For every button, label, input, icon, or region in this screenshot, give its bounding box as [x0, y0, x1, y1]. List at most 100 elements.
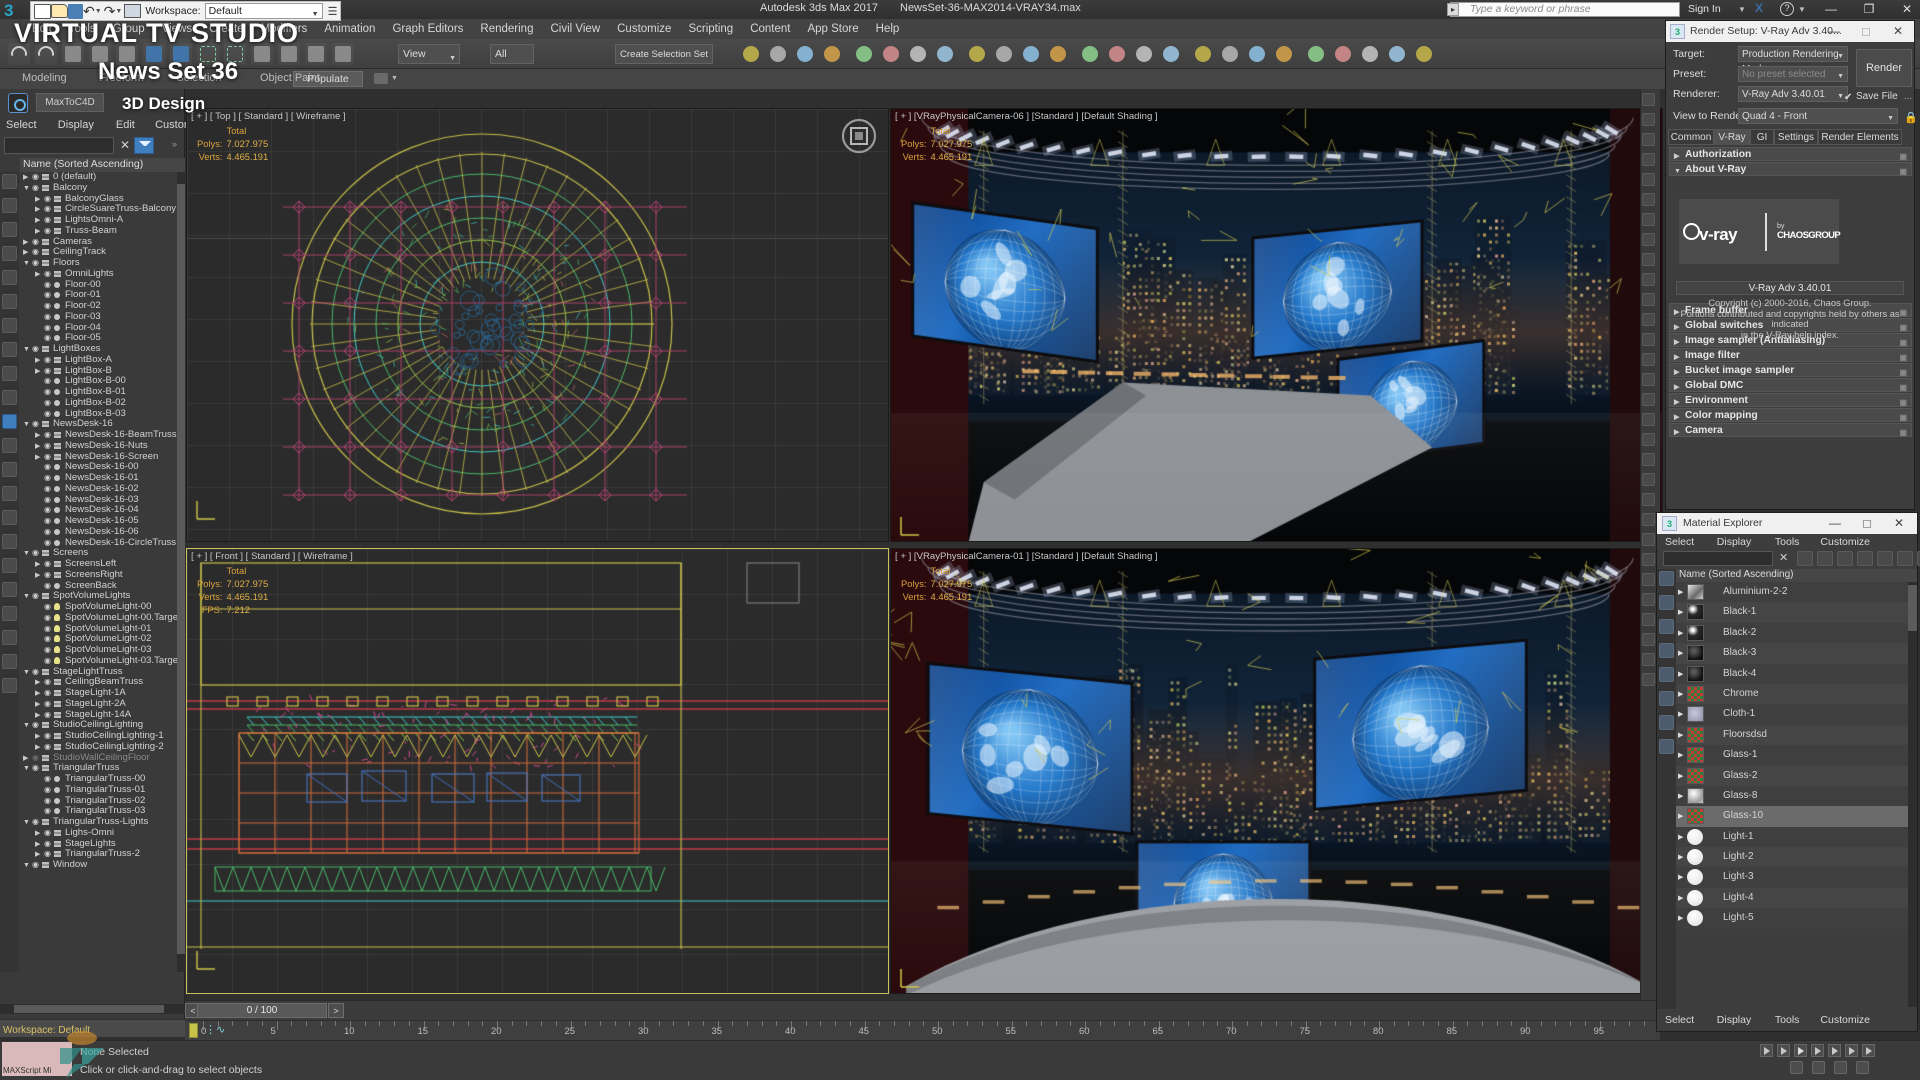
target-chevron-down-icon[interactable]: ▼ — [1837, 49, 1844, 64]
scene-tree-row[interactable]: ◉ NewsDesk-16-06 — [19, 526, 177, 538]
visibility-eye-icon[interactable]: ◉ — [44, 828, 53, 839]
viewport-nav-tool-2[interactable] — [1642, 133, 1655, 146]
visibility-eye-icon[interactable]: ◉ — [32, 237, 41, 248]
scene-tree-row[interactable]: ▼ ◉ Window — [19, 859, 177, 871]
visibility-eye-icon[interactable]: ◉ — [44, 742, 53, 753]
scene-tree-row[interactable]: ◉ SpotVolumeLight-00.Target — [19, 612, 177, 624]
visibility-eye-icon[interactable]: ◉ — [44, 634, 53, 645]
render-iterative-icon[interactable] — [1133, 43, 1155, 65]
viewport-nav-tool-27[interactable] — [1642, 633, 1655, 646]
material-row[interactable]: ▶ Light-4 — [1676, 887, 1908, 909]
workspace-select[interactable]: Default ▼ — [204, 3, 323, 19]
edit-named-selection-icon[interactable] — [853, 43, 875, 65]
material-row[interactable]: ▶ Light-2 — [1676, 847, 1908, 868]
material-swatch[interactable] — [1687, 747, 1704, 764]
visibility-eye-icon[interactable]: ◉ — [44, 624, 53, 635]
material-row[interactable]: ▶ Black-4 — [1676, 663, 1908, 684]
visibility-eye-icon[interactable]: ◉ — [44, 473, 53, 484]
visibility-eye-icon[interactable]: ◉ — [32, 763, 41, 774]
viewport-nav-tool-19[interactable] — [1642, 473, 1655, 486]
save-file-label[interactable]: Save File — [1856, 91, 1898, 102]
menu-item-rendering[interactable]: Rendering — [480, 23, 533, 35]
create-selection-set-input[interactable]: Create Selection Set — [615, 44, 713, 64]
material-side-tool-6[interactable] — [1659, 715, 1674, 730]
material-swatch[interactable] — [1687, 828, 1703, 845]
viewport-nav-tool-12[interactable] — [1642, 333, 1655, 346]
preset-select[interactable]: No preset selected ▼ — [1738, 66, 1848, 82]
render-setup-dialog[interactable]: 3 Render Setup: V-Ray Adv 3.40... — ◻ ✕ … — [1665, 20, 1918, 510]
spinner-snap-icon[interactable] — [821, 43, 843, 65]
material-swatch[interactable] — [1687, 706, 1704, 723]
visibility-eye-icon[interactable]: ◉ — [44, 312, 53, 323]
material-row[interactable]: ▶ Light-3 — [1676, 867, 1908, 888]
show-maps-icon[interactable] — [1857, 551, 1873, 566]
visibility-eye-icon[interactable]: ◉ — [44, 452, 53, 463]
viewport-front-label[interactable]: [ + ] [ Front ] [ Standard ] [ Wireframe… — [191, 551, 353, 562]
render-setup-close[interactable]: ✕ — [1882, 21, 1914, 42]
visibility-eye-icon[interactable]: ◉ — [32, 183, 41, 194]
viewport-nav-tool-7[interactable] — [1642, 233, 1655, 246]
scene-explorer-tool-1[interactable] — [2, 198, 17, 213]
light-omni-icon[interactable] — [1192, 43, 1214, 65]
visibility-eye-icon[interactable]: ◉ — [44, 441, 53, 452]
viewport-nav-tool-28[interactable] — [1642, 653, 1655, 666]
scene-tree-row[interactable]: ▶ ◉ Lighs-Omni — [19, 827, 177, 839]
material-expand-icon[interactable]: ▶ — [1678, 833, 1683, 841]
material-menu-customize[interactable]: Customize — [1820, 536, 1870, 548]
visibility-eye-icon[interactable]: ◉ — [44, 462, 53, 473]
material-side-tool-2[interactable] — [1659, 619, 1674, 634]
light-sun-icon[interactable] — [1246, 43, 1268, 65]
next-frame-button[interactable]: > — [328, 1003, 344, 1018]
viewport-nav-tool-15[interactable] — [1642, 393, 1655, 406]
visibility-eye-icon[interactable]: ◉ — [44, 774, 53, 785]
material-column-header[interactable]: Name (Sorted Ascending) — [1676, 569, 1917, 582]
visibility-eye-icon[interactable]: ◉ — [32, 419, 41, 430]
scene-tree-row[interactable]: ▶ ◉ LightBox-A — [19, 354, 177, 366]
viewport-nav-tool-4[interactable] — [1642, 173, 1655, 186]
key-mode-toggle-button[interactable] — [1845, 1044, 1858, 1057]
new-file-icon[interactable] — [34, 3, 51, 19]
scene-explorer-tool-16[interactable] — [2, 558, 17, 573]
select-and-scale-icon[interactable] — [305, 43, 327, 65]
material-row[interactable]: ▶ Black-3 — [1676, 643, 1908, 664]
material-explorer-close[interactable]: ✕ — [1883, 513, 1915, 534]
renderer-chevron-down-icon[interactable]: ▼ — [1837, 89, 1844, 104]
rollout-about-v-ray[interactable]: ▼ About V-Ray ▣ — [1669, 162, 1912, 176]
material-expand-icon[interactable]: ▶ — [1678, 710, 1683, 718]
material-swatch[interactable] — [1687, 808, 1704, 825]
material-expand-icon[interactable]: ▶ — [1678, 751, 1683, 759]
viewport-camera-01-label[interactable]: [ + ] [VRayPhysicalCamera-01 ] [Standard… — [895, 551, 1158, 562]
track-bar[interactable]: < 0 / 100 > — [185, 1000, 1660, 1020]
scene-tree-row[interactable]: ◉ TriangularTruss-01 — [19, 784, 177, 796]
material-explorer-minimize[interactable]: — — [1819, 513, 1851, 534]
material-swatch[interactable] — [1687, 685, 1704, 702]
render-tab-render-elements[interactable]: Render Elements — [1818, 129, 1902, 145]
show-all-icon[interactable] — [1877, 551, 1893, 566]
save-file-browse-button[interactable]: ... — [1904, 91, 1912, 102]
zoom-region-button[interactable] — [1856, 1061, 1869, 1074]
workspace-menu-icon[interactable]: ☰ — [328, 5, 338, 18]
scene-explorer-tool-0[interactable] — [2, 174, 17, 189]
material-menu-display[interactable]: Display — [1717, 536, 1751, 548]
by-object-icon[interactable] — [1897, 551, 1913, 566]
material-expand-icon[interactable]: ▶ — [1678, 670, 1683, 678]
material-bottom-menu-display[interactable]: Display — [1717, 1014, 1751, 1026]
visibility-eye-icon[interactable]: ◉ — [32, 860, 41, 871]
scene-tree[interactable]: ▶ ◉ 0 (default) ▼ ◉ Balcony ▶ ◉ BalconyGlass ▶ ◉ Ci… — [19, 172, 177, 972]
visibility-eye-icon[interactable]: ◉ — [44, 376, 53, 387]
visibility-eye-icon[interactable]: ◉ — [32, 720, 41, 731]
material-expand-icon[interactable]: ▶ — [1678, 608, 1683, 616]
ribbon-chevron-down-icon[interactable]: ▼ — [391, 75, 398, 82]
sample-slots-icon[interactable] — [1837, 551, 1853, 566]
material-side-tool-3[interactable] — [1659, 643, 1674, 658]
material-row[interactable]: ▶ Glass-10 — [1676, 806, 1908, 827]
viewport-nav-tool-6[interactable] — [1642, 213, 1655, 226]
scene-explorer-tool-4[interactable] — [2, 270, 17, 285]
material-expand-icon[interactable]: ▶ — [1678, 629, 1683, 637]
visibility-eye-icon[interactable]: ◉ — [44, 699, 53, 710]
scene-explorer-tool-11[interactable] — [2, 438, 17, 453]
material-row[interactable]: ▶ Chrome — [1676, 683, 1908, 705]
menu-item-app-store[interactable]: App Store — [807, 23, 858, 35]
material-swatch[interactable] — [1687, 849, 1703, 866]
render-frame-window-icon[interactable] — [1079, 43, 1101, 65]
